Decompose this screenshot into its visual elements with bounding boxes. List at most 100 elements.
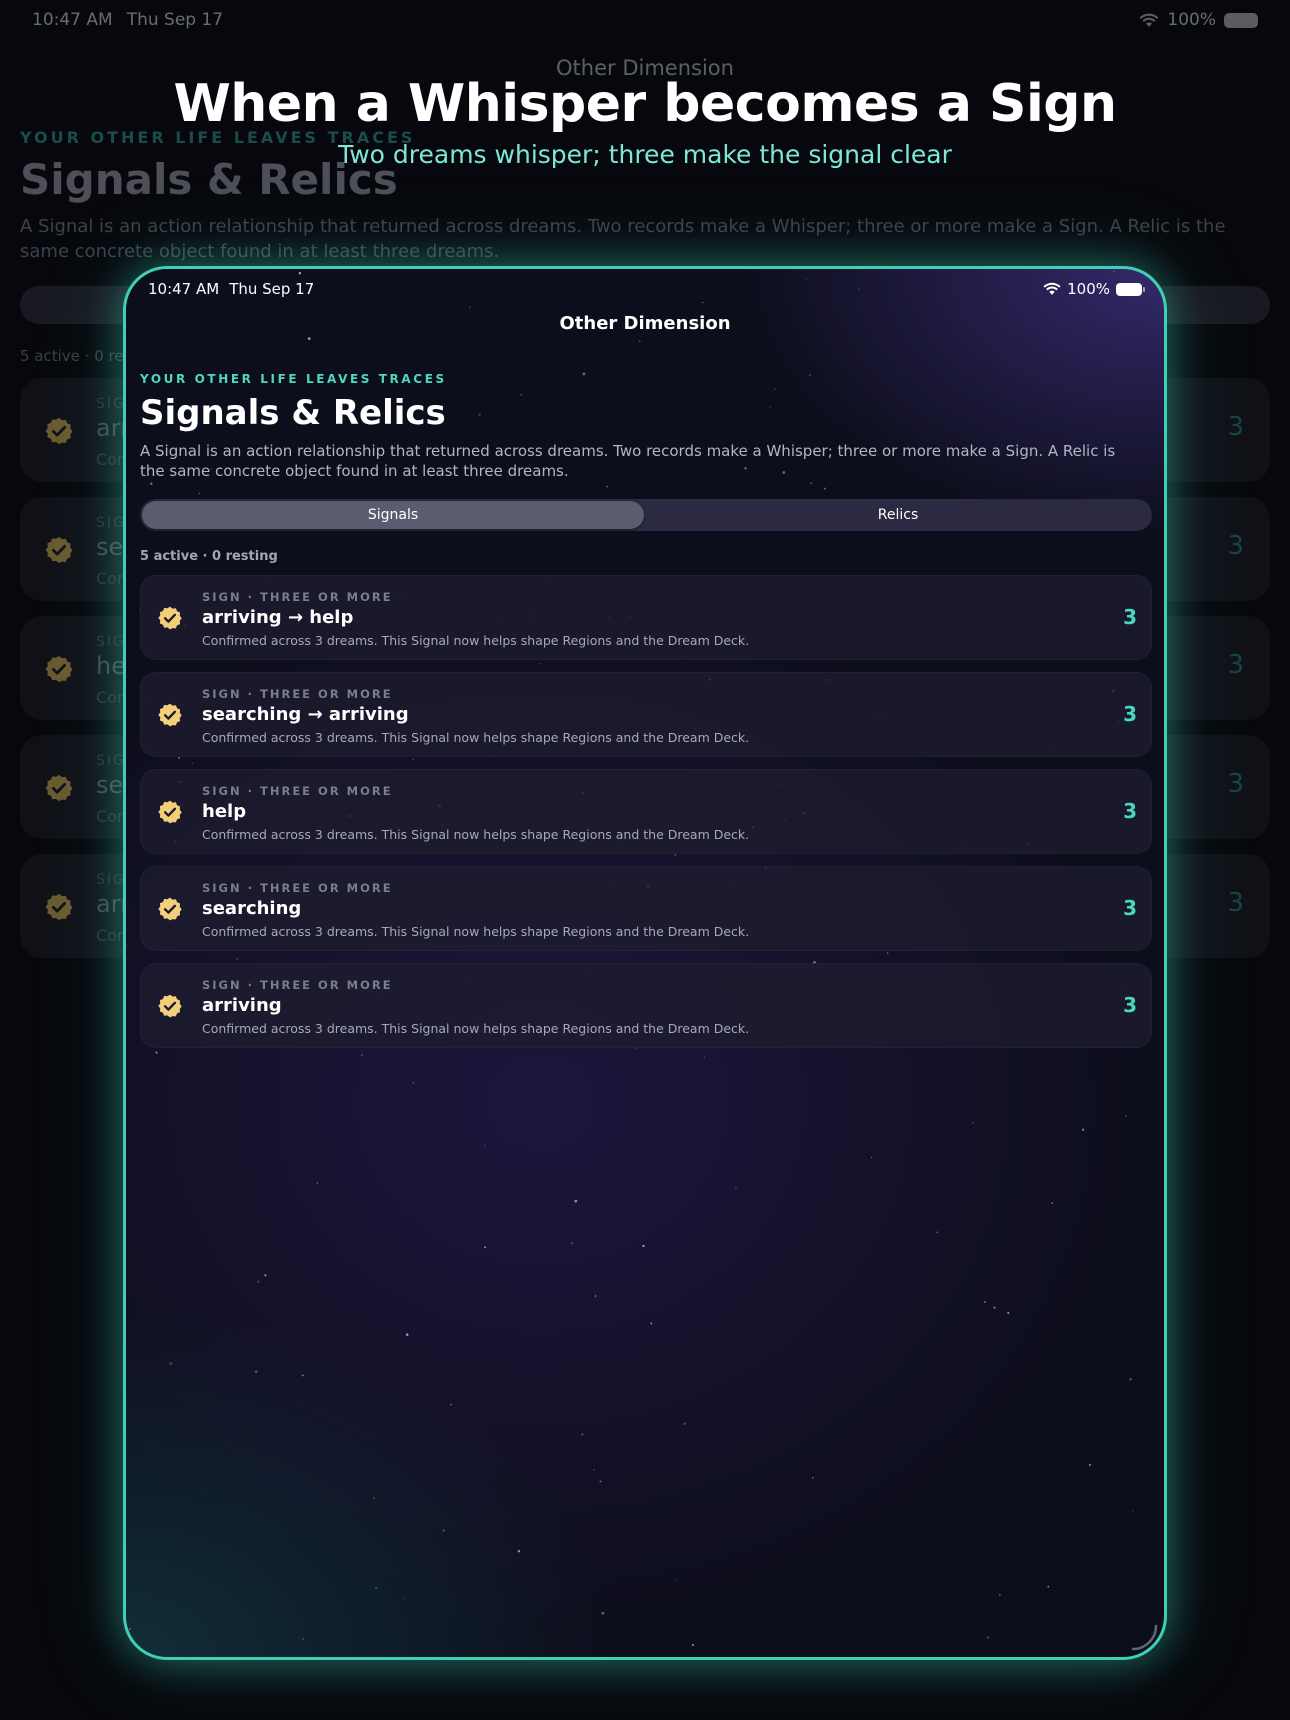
star	[972, 1121, 975, 1124]
star	[205, 1493, 207, 1495]
background-row-title: he	[96, 652, 126, 680]
star	[936, 1231, 938, 1233]
star	[593, 1468, 595, 1471]
nav-title: Other Dimension	[559, 313, 731, 334]
seal-check-icon	[158, 800, 182, 824]
resize-arc-icon	[1131, 1624, 1158, 1651]
active-count: 5 active · 0 resting	[140, 549, 278, 564]
star	[639, 340, 641, 343]
signal-tier: SIGN · THREE OR MORE	[202, 687, 393, 701]
star	[373, 1496, 376, 1499]
signal-tier: SIGN · THREE OR MORE	[202, 881, 393, 895]
signal-tier: SIGN · THREE OR MORE	[202, 590, 393, 604]
signal-name: help	[202, 801, 247, 822]
star	[298, 271, 302, 275]
star	[984, 1301, 987, 1303]
star	[691, 1643, 694, 1647]
segment-relics[interactable]: Relics	[646, 501, 1150, 529]
page-description: A Signal is an action relationship that …	[140, 442, 1116, 480]
star	[674, 1579, 676, 1581]
star	[431, 1656, 433, 1657]
signal-name: arriving → help	[202, 607, 354, 628]
star	[402, 1597, 404, 1599]
wifi-icon	[1043, 282, 1061, 295]
background-row-count: 3	[1227, 412, 1244, 442]
background-status-bar: 10:47 AM Thu Sep 17 100%	[32, 10, 1258, 32]
signal-row[interactable]: SIGN · THREE OR MORE arriving Confirmed …	[140, 963, 1152, 1048]
hero-title: When a Whisper becomes a Sign	[173, 74, 1117, 134]
star	[650, 1322, 653, 1325]
section-eyebrow: YOUR OTHER LIFE LEAVES TRACES	[140, 372, 447, 386]
star	[1113, 270, 1115, 273]
background-row-count: 3	[1227, 650, 1244, 680]
segment-signals[interactable]: Signals	[142, 501, 644, 529]
signal-tier: SIGN · THREE OR MORE	[202, 978, 393, 992]
star	[484, 1144, 486, 1146]
seal-check-icon	[158, 994, 182, 1018]
star	[683, 1422, 686, 1425]
star	[993, 1306, 996, 1309]
signal-count: 3	[1123, 993, 1137, 1017]
background-description: A Signal is an action relationship that …	[20, 216, 1226, 262]
signal-count: 3	[1123, 896, 1137, 920]
star	[264, 1274, 267, 1277]
signal-name: searching	[202, 898, 302, 919]
star	[811, 1476, 814, 1479]
star	[1088, 1463, 1092, 1467]
device-screen: 10:47 AM Thu Sep 17 100% Other Dimension …	[123, 266, 1167, 1660]
star	[150, 482, 153, 485]
status-date: Thu Sep 17	[229, 280, 315, 298]
star	[1129, 1377, 1132, 1381]
star	[582, 372, 586, 376]
signal-detail: Confirmed across 3 dreams. This Signal n…	[202, 730, 750, 745]
hero-subtitle: Two dreams whisper; three make the signa…	[338, 140, 952, 169]
star	[442, 1529, 445, 1532]
star	[701, 301, 704, 304]
star	[1047, 1585, 1050, 1588]
signal-row[interactable]: SIGN · THREE OR MORE arriving → help Con…	[140, 575, 1152, 660]
background-wifi-icon	[1139, 13, 1159, 27]
star	[823, 487, 826, 490]
star	[257, 1280, 260, 1283]
star	[601, 1611, 605, 1615]
background-seal-check-icon	[45, 774, 73, 802]
signal-list: SIGN · THREE OR MORE arriving → help Con…	[140, 575, 1152, 1060]
background-seal-check-icon	[45, 893, 73, 921]
star	[808, 374, 811, 377]
signal-name: arriving	[202, 995, 282, 1016]
star	[774, 388, 776, 390]
background-row-tag: SIG	[96, 396, 126, 412]
background-time: 10:47 AM	[32, 10, 113, 30]
background-row-tag: SIG	[96, 634, 126, 650]
status-bar: 10:47 AM Thu Sep 17 100%	[148, 278, 1145, 300]
star	[1007, 1311, 1010, 1314]
signal-row[interactable]: SIGN · THREE OR MORE help Confirmed acro…	[140, 769, 1152, 854]
star	[574, 1199, 578, 1203]
seal-check-icon	[158, 606, 182, 630]
star	[405, 1333, 409, 1336]
star	[316, 1182, 319, 1184]
star	[999, 1594, 1001, 1596]
star	[375, 1586, 377, 1589]
star	[1081, 1128, 1085, 1131]
seal-check-icon	[158, 703, 182, 727]
star	[642, 1244, 645, 1248]
star	[449, 1403, 452, 1406]
star	[517, 1550, 521, 1553]
background-battery-text: 100%	[1167, 10, 1216, 30]
background-seal-check-icon	[45, 536, 73, 564]
star	[1132, 1510, 1134, 1512]
background-row-tag: SIG	[96, 515, 126, 531]
status-time: 10:47 AM	[148, 280, 220, 298]
star	[254, 1370, 258, 1373]
signal-row[interactable]: SIGN · THREE OR MORE searching → arrivin…	[140, 672, 1152, 757]
star	[810, 482, 813, 485]
star	[169, 1362, 173, 1365]
star	[606, 485, 609, 488]
star	[478, 413, 481, 416]
background-row-count: 3	[1227, 531, 1244, 561]
signal-row[interactable]: SIGN · THREE OR MORE searching Confirmed…	[140, 866, 1152, 951]
star	[307, 337, 311, 340]
star	[301, 1374, 304, 1377]
star	[128, 1627, 131, 1631]
